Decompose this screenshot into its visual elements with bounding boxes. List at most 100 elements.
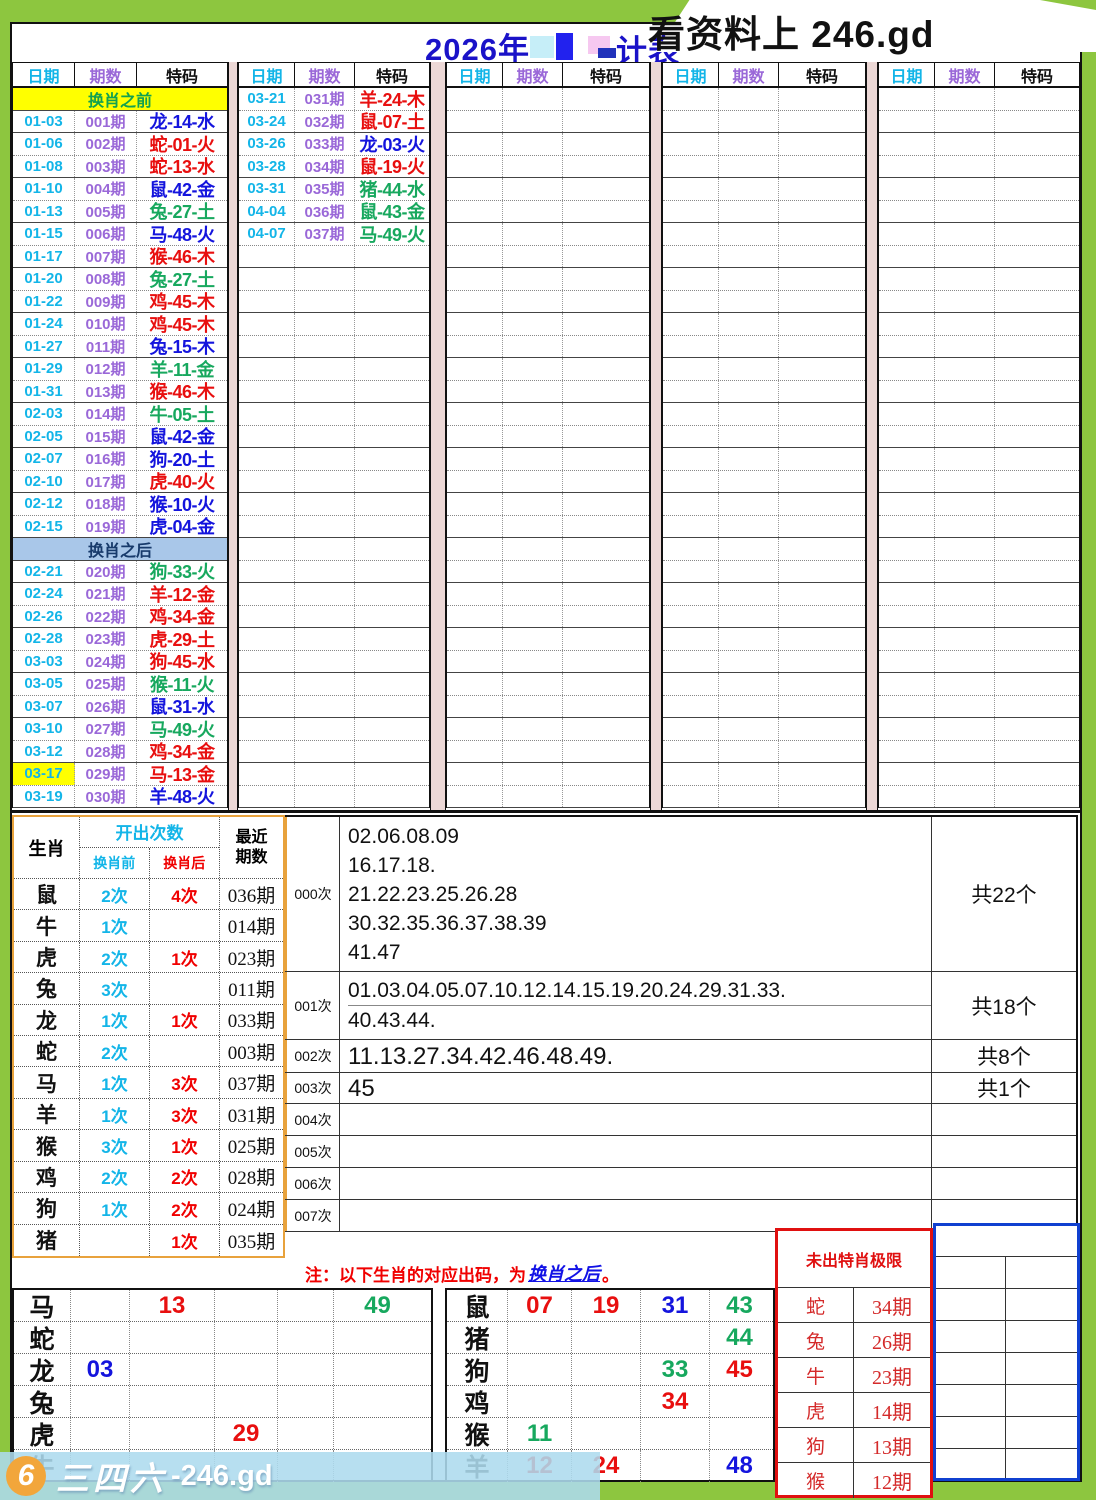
date-cell: 02-21 bbox=[13, 561, 75, 583]
table-row: 01-20 008期 兔-27-土 bbox=[13, 268, 227, 291]
table-row bbox=[663, 381, 865, 404]
table-row: 03-17 029期 马-13-金 bbox=[13, 763, 227, 786]
date-cell bbox=[879, 493, 935, 515]
code-cell bbox=[355, 606, 429, 628]
period-cell: 011期 bbox=[75, 336, 137, 358]
code-cell bbox=[355, 336, 429, 358]
table-row bbox=[879, 718, 1079, 741]
period-cell: 027期 bbox=[75, 718, 137, 740]
code-cell: 马-13-金 bbox=[137, 763, 227, 785]
table-row: 03-03 024期 狗-45-水 bbox=[13, 651, 227, 674]
stats-row: 龙 1次 1次 033期 bbox=[14, 1005, 283, 1036]
code-cell bbox=[779, 606, 865, 628]
bottom-number-cell bbox=[508, 1386, 572, 1417]
frequency-content: 01.03.04.05.07.10.12.14.15.19.20.24.29.3… bbox=[340, 972, 931, 1039]
table-row bbox=[239, 673, 429, 696]
code-cell bbox=[355, 516, 429, 538]
date-cell bbox=[879, 426, 935, 448]
table-row bbox=[239, 336, 429, 359]
period-cell bbox=[935, 178, 995, 200]
stats-zodiac: 鸡 bbox=[14, 1162, 80, 1192]
table-row bbox=[663, 538, 865, 561]
period-cell bbox=[503, 561, 563, 583]
table-row bbox=[447, 358, 649, 381]
period-cell bbox=[295, 426, 355, 448]
period-cell bbox=[503, 268, 563, 290]
bottom-number-cell bbox=[508, 1354, 572, 1385]
period-cell: 018期 bbox=[75, 493, 137, 515]
code-cell bbox=[563, 178, 649, 200]
table-row bbox=[447, 448, 649, 471]
table-row bbox=[663, 426, 865, 449]
stats-row: 狗 1次 2次 024期 bbox=[14, 1193, 283, 1224]
period-cell bbox=[503, 313, 563, 335]
table-row bbox=[447, 426, 649, 449]
table-row bbox=[447, 628, 649, 651]
limit-zodiac: 狗 bbox=[778, 1428, 854, 1462]
period-cell bbox=[719, 178, 779, 200]
code-cell bbox=[779, 313, 865, 335]
period-cell bbox=[719, 358, 779, 380]
period-cell bbox=[295, 336, 355, 358]
code-cell bbox=[995, 516, 1079, 538]
date-cell bbox=[663, 336, 719, 358]
date-cell bbox=[447, 606, 503, 628]
period-cell bbox=[295, 313, 355, 335]
date-cell bbox=[239, 381, 295, 403]
code-cell bbox=[355, 673, 429, 695]
bottom-row: 狗3345 bbox=[447, 1354, 773, 1386]
date-cell bbox=[879, 786, 935, 808]
date-cell bbox=[447, 516, 503, 538]
period-cell bbox=[503, 358, 563, 380]
period-cell: 010期 bbox=[75, 313, 137, 335]
frequency-total: 共18个 bbox=[931, 972, 1076, 1039]
stats-recent-period: 035期 bbox=[220, 1225, 283, 1256]
frequency-label: 006次 bbox=[285, 1168, 340, 1199]
code-cell: 马-49-火 bbox=[137, 718, 227, 740]
code-cell: 猪-44-水 bbox=[355, 178, 429, 200]
date-cell bbox=[239, 718, 295, 740]
date-cell bbox=[663, 741, 719, 763]
period-cell bbox=[935, 88, 995, 110]
period-cell bbox=[503, 178, 563, 200]
period-cell bbox=[503, 336, 563, 358]
bottom-zodiac: 猪 bbox=[447, 1322, 508, 1353]
period-cell bbox=[295, 763, 355, 785]
note-suffix: 。 bbox=[602, 1261, 619, 1286]
frequency-row: 003次 45 共1个 bbox=[285, 1073, 1076, 1104]
date-cell bbox=[663, 381, 719, 403]
group-header: 日期 期数 特码 bbox=[662, 62, 866, 88]
period-cell: 037期 bbox=[295, 223, 355, 245]
bottom-number-cell bbox=[130, 1354, 215, 1385]
table-row bbox=[447, 516, 649, 539]
frequency-total: 共1个 bbox=[931, 1073, 1076, 1103]
date-cell bbox=[663, 358, 719, 380]
stats-row: 猴 3次 1次 025期 bbox=[14, 1130, 283, 1161]
code-cell bbox=[779, 201, 865, 223]
date-cell: 01-15 bbox=[13, 223, 75, 245]
date-cell: 03-24 bbox=[239, 111, 295, 133]
stats-recent-period: 036期 bbox=[220, 879, 283, 909]
date-cell bbox=[447, 291, 503, 313]
bottom-number-cell bbox=[215, 1322, 278, 1353]
period-cell bbox=[935, 358, 995, 380]
date-cell bbox=[447, 223, 503, 245]
code-header: 特码 bbox=[563, 63, 649, 86]
period-cell bbox=[295, 741, 355, 763]
code-cell: 鸡-45-木 bbox=[137, 313, 227, 335]
stats-zodiac: 猪 bbox=[14, 1225, 80, 1256]
frequency-row: 001次 01.03.04.05.07.10.12.14.15.19.20.24… bbox=[285, 972, 1076, 1040]
code-header: 特码 bbox=[779, 63, 865, 86]
date-cell: 02-03 bbox=[13, 403, 75, 425]
period-cell bbox=[503, 471, 563, 493]
table-row bbox=[879, 606, 1079, 629]
group-separator bbox=[228, 62, 238, 810]
table-row bbox=[663, 358, 865, 381]
table-bottom-border bbox=[12, 810, 1080, 813]
date-cell bbox=[447, 381, 503, 403]
date-cell bbox=[879, 673, 935, 695]
code-cell bbox=[779, 426, 865, 448]
table-row bbox=[239, 291, 429, 314]
period-cell bbox=[935, 448, 995, 470]
period-header: 期数 bbox=[935, 63, 995, 86]
